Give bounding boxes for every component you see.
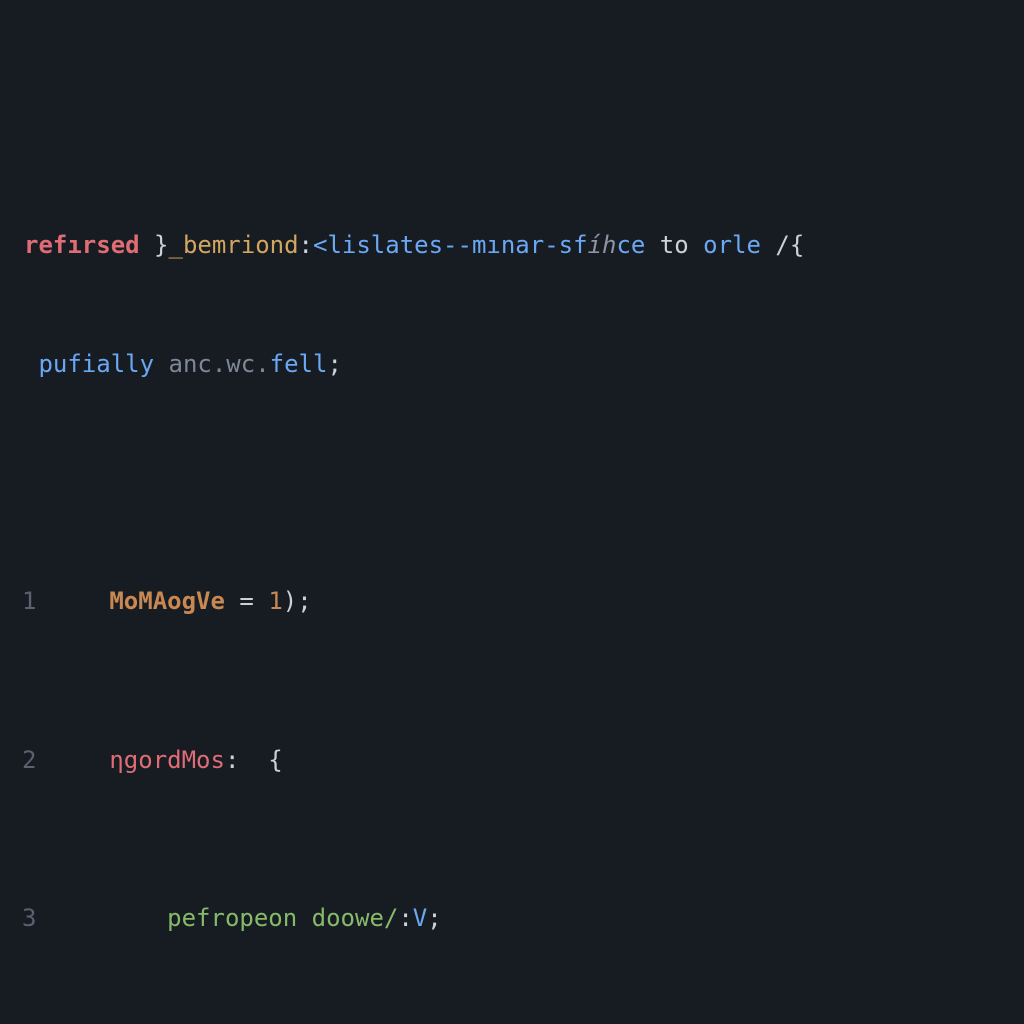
token-ident: anc.wc.	[169, 350, 270, 378]
token-ident: V	[413, 904, 427, 932]
token-brace: }	[140, 231, 169, 259]
token-assign: =	[225, 587, 268, 615]
line-number: 3	[0, 899, 52, 939]
code-editor[interactable]: refırsed }_bemriond:<lislates--mınar-sfí…	[0, 0, 1024, 1024]
token-ident: orle	[703, 231, 761, 259]
token-colon: :	[299, 231, 313, 259]
token-keyword: refırsed	[24, 231, 140, 259]
token-colon: :	[398, 904, 412, 932]
line-number: 2	[0, 741, 52, 781]
token-brace: : {	[225, 746, 283, 774]
token-ident: <lislates--mınar-sf	[313, 231, 588, 259]
token-semi: );	[283, 587, 312, 615]
token-ident: MoMAogVe	[109, 587, 225, 615]
code-line: refırsed }_bemriond:<lislates--mınar-sfí…	[0, 226, 1024, 266]
token-ident: ƞgordMos	[109, 746, 225, 774]
code-line: 1 MoMAogVe = 1);	[0, 582, 1024, 622]
code-line: pufially anc.wc.fell;	[0, 345, 1024, 385]
token-ident: ce	[616, 231, 645, 259]
token-ident: fell	[270, 350, 328, 378]
token-number: 1	[268, 587, 282, 615]
token-ident: íh	[588, 231, 617, 259]
token-ident: _bemriond	[169, 231, 299, 259]
token-text: to	[645, 231, 703, 259]
line-number: 1	[0, 582, 52, 622]
token-brace: /{	[761, 231, 804, 259]
token-string: pefropeon doowe/	[167, 904, 398, 932]
token-ident: pufially	[24, 350, 169, 378]
code-line: 3 pefropeon doowe/:V;	[0, 899, 1024, 939]
token-semi: ;	[427, 904, 441, 932]
token-semi: ;	[327, 350, 341, 378]
code-line: 2 ƞgordMos: {	[0, 741, 1024, 781]
